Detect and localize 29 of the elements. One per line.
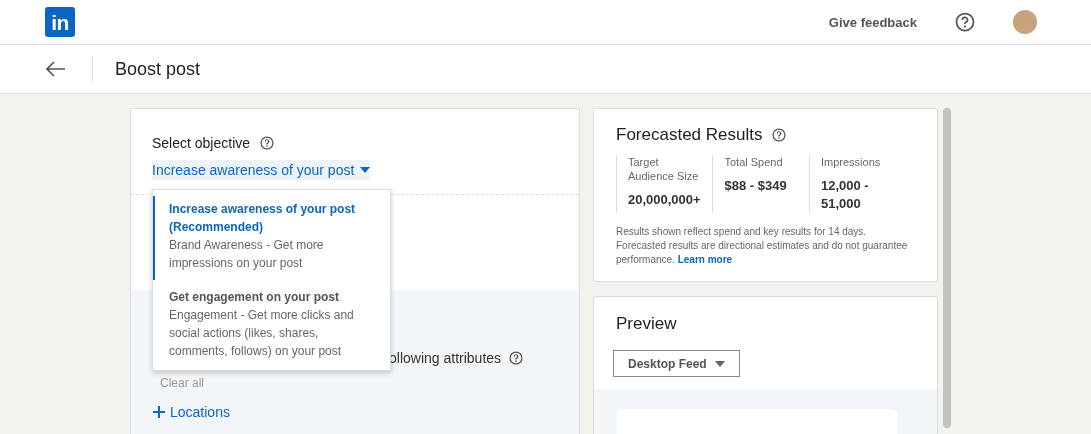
learn-more-link[interactable]: Learn more — [677, 254, 733, 265]
add-locations-button[interactable]: Locations — [153, 404, 230, 420]
plus-icon — [153, 406, 165, 418]
metric-value: $88 - $349 — [724, 177, 788, 195]
back-button[interactable] — [46, 61, 66, 77]
objective-label: Select objective — [152, 135, 251, 151]
metric-value: 20,000,000+ — [628, 191, 702, 209]
forecast-title: Forecasted Results — [616, 125, 763, 145]
caret-icon — [360, 167, 371, 173]
metric-value: 12,000 - 51,000 — [820, 177, 870, 213]
caret-icon — [714, 360, 725, 367]
help-icon[interactable] — [955, 12, 975, 32]
forecast-note: Results shown reflect spend and key results for 14 days. Forecasted results are directional estimates and do not guarantee performance. Learn more — [616, 225, 909, 267]
metric-label: Impressions — [820, 155, 882, 169]
help-icon[interactable] — [772, 128, 787, 142]
attributes-heading: ollowing attributes — [389, 350, 502, 366]
linkedin-logo[interactable]: in — [45, 7, 75, 37]
metric-label: Total Spend — [724, 155, 784, 169]
objective-option[interactable]: Get engagement on your post Engagement - Get more clicks and social actions (likes, shares, comments, follows) on your post — [153, 280, 390, 364]
view-dropdown[interactable]: Desktop Feed — [613, 350, 740, 377]
preview-title: Preview — [615, 313, 678, 334]
metric-label: Target Audience Size — [628, 155, 700, 183]
help-icon[interactable] — [260, 136, 275, 150]
page-title: Boost post — [115, 58, 201, 80]
objective-option[interactable]: Increase awareness of your post (Recommended) Brand Awareness - Get more impressions on your post — [153, 196, 390, 280]
help-icon[interactable] — [509, 351, 524, 365]
objective-dropdown[interactable]: Increase awareness of your post — [152, 160, 371, 180]
give-feedback-link[interactable]: Give feedback — [828, 14, 917, 30]
scrollbar[interactable] — [943, 108, 951, 428]
